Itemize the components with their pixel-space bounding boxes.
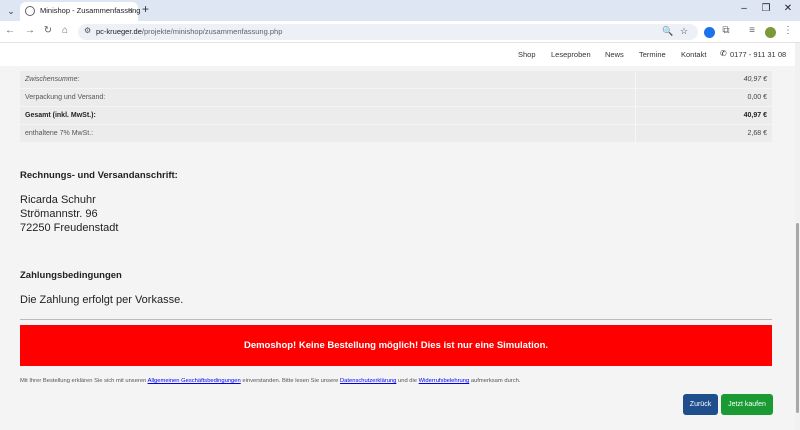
page-content: Shop Leseproben News Termine Kontakt ✆ 0…: [0, 43, 795, 430]
terms-text: einverstanden. Bitte lesen Sie unsere: [240, 378, 340, 384]
back-button[interactable]: Zurück: [683, 394, 718, 415]
extension-icon[interactable]: [704, 27, 715, 38]
buy-now-button[interactable]: Jetzt kaufen: [721, 394, 773, 415]
tab-search-icon[interactable]: ⌄: [4, 4, 18, 18]
payment-heading: Zahlungsbedingungen: [20, 270, 122, 281]
row-label: enthaltene 7% MwSt.:: [25, 130, 94, 137]
row-label: Zwischensumme:: [25, 76, 80, 83]
row-value: 40,97 €: [743, 76, 767, 83]
url-text: pc-krueger.de/projekte/minishop/zusammen…: [96, 27, 282, 36]
address-city: 72250 Freudenstadt: [20, 222, 119, 234]
close-tab-icon[interactable]: ×: [128, 5, 133, 15]
table-row: Gesamt (inkl. MwSt.): 40,97 €: [20, 107, 772, 125]
row-label: Verpackung und Versand:: [25, 94, 106, 101]
terms-text: Mit Ihrer Bestellung erklären Sie sich m…: [20, 378, 148, 384]
payment-text: Die Zahlung erfolgt per Vorkasse.: [20, 294, 184, 306]
close-window-button[interactable]: ✕: [781, 3, 795, 14]
bookmark-star-icon[interactable]: ☆: [680, 26, 688, 37]
phone-icon: ✆: [720, 49, 727, 58]
address-toolbar: ← → ↻ ⌂ ⚙ pc-krueger.de/projekte/minisho…: [0, 21, 800, 43]
url-domain: pc-krueger.de: [96, 27, 142, 36]
url-path: /projekte/minishop/zusammenfassung.php: [141, 27, 283, 36]
row-value: 2,68 €: [747, 130, 767, 137]
browser-menu-icon[interactable]: ⋮: [782, 25, 794, 36]
tab-title: Minishop - Zusammenfassung: [40, 6, 141, 15]
browser-tab[interactable]: Minishop - Zusammenfassung ×: [20, 2, 141, 21]
new-tab-button[interactable]: +: [142, 2, 149, 16]
extensions-puzzle-icon[interactable]: ⧉: [720, 25, 732, 36]
address-street: Strömannstr. 96: [20, 208, 98, 220]
zoom-icon[interactable]: 🔍: [662, 26, 673, 37]
nav-termine[interactable]: Termine: [639, 50, 666, 59]
restore-button[interactable]: ❐: [759, 3, 773, 14]
terms-text: aufmerksam durch.: [469, 378, 521, 384]
column-divider: [635, 125, 636, 143]
agb-link[interactable]: Allgemeinen Geschäftsbedingungen: [148, 378, 241, 384]
row-value: 0,00 €: [747, 94, 767, 101]
minimize-button[interactable]: –: [737, 3, 751, 14]
site-navigation: Shop Leseproben News Termine Kontakt ✆ 0…: [0, 43, 795, 66]
nav-news[interactable]: News: [605, 50, 624, 59]
nav-kontakt[interactable]: Kontakt: [681, 50, 706, 59]
globe-icon: [25, 6, 35, 16]
reload-icon[interactable]: ↻: [42, 25, 54, 36]
page-scrollbar[interactable]: [795, 43, 800, 430]
terms-text: und die: [396, 378, 419, 384]
order-summary-table: Zwischensumme: 40,97 € Verpackung und Ve…: [20, 71, 772, 143]
row-label: Gesamt (inkl. MwSt.):: [25, 112, 96, 119]
row-value: 40,97 €: [743, 112, 767, 119]
forward-arrow-icon[interactable]: →: [24, 25, 36, 36]
reading-list-icon[interactable]: ≡: [746, 25, 758, 36]
demo-warning-banner: Demoshop! Keine Bestellung möglich! Dies…: [20, 325, 772, 366]
address-heading: Rechnungs- und Versandanschrift:: [20, 170, 178, 181]
scrollbar-thumb[interactable]: [796, 223, 799, 413]
column-divider: [635, 89, 636, 107]
table-row: Verpackung und Versand: 0,00 €: [20, 89, 772, 107]
site-info-icon[interactable]: ⚙: [84, 26, 91, 35]
privacy-link[interactable]: Datenschutzerklärung: [340, 378, 396, 384]
back-arrow-icon[interactable]: ←: [4, 25, 16, 36]
home-icon[interactable]: ⌂: [59, 25, 71, 36]
nav-shop[interactable]: Shop: [518, 50, 536, 59]
table-row: Zwischensumme: 40,97 €: [20, 71, 772, 89]
table-row: enthaltene 7% MwSt.: 2,68 €: [20, 125, 772, 143]
column-divider: [635, 107, 636, 125]
divider: [20, 319, 772, 320]
address-name: Ricarda Schuhr: [20, 194, 96, 206]
url-bar[interactable]: ⚙ pc-krueger.de/projekte/minishop/zusamm…: [78, 24, 698, 40]
withdrawal-link[interactable]: Widerrufsbelehrung: [419, 378, 470, 384]
tab-strip: ⌄ Minishop - Zusammenfassung × + – ❐ ✕: [0, 0, 800, 21]
nav-leseproben[interactable]: Leseproben: [551, 50, 591, 59]
terms-notice: Mit Ihrer Bestellung erklären Sie sich m…: [20, 378, 520, 384]
column-divider: [635, 71, 636, 89]
nav-phone[interactable]: 0177 - 911 31 08: [730, 50, 786, 59]
profile-avatar[interactable]: [765, 27, 776, 38]
